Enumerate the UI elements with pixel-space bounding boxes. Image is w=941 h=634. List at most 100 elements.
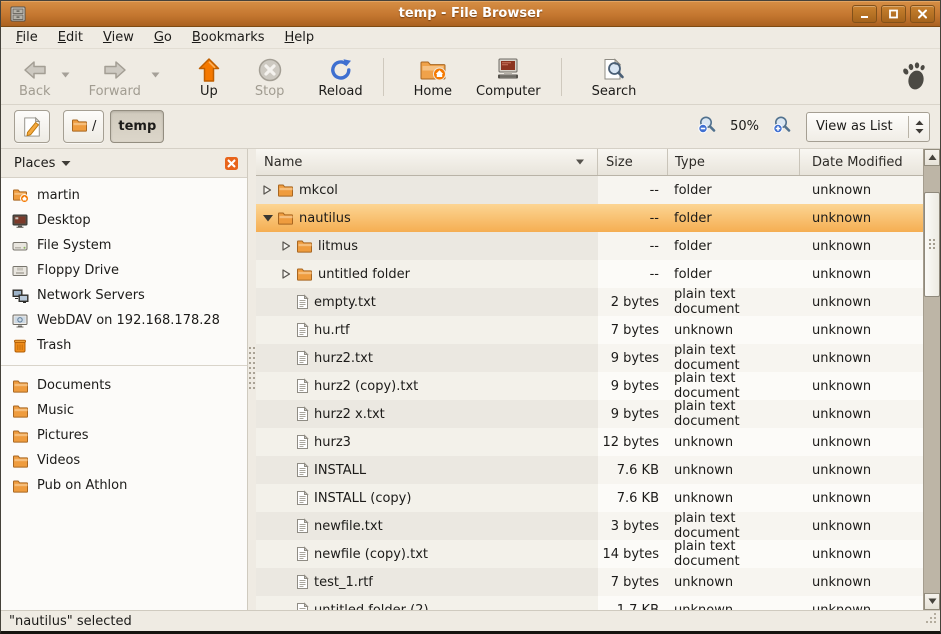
menu-go[interactable]: Go <box>144 28 182 47</box>
sidebar-item-webdav-on-192-168-178-28[interactable]: WebDAV on 192.168.178.28 <box>1 308 247 333</box>
folder-icon <box>296 267 313 281</box>
scroll-up-button[interactable] <box>924 149 940 166</box>
path-temp-label: temp <box>118 119 156 134</box>
scrollbar-trough[interactable] <box>924 166 940 593</box>
expander-collapsed-icon[interactable] <box>281 268 294 280</box>
sidebar-close-button[interactable] <box>224 156 239 171</box>
file-list-area: NameSizeTypeDate Modified mkcol--folderu… <box>256 149 940 610</box>
file-row-install-copy[interactable]: INSTALL (copy)7.6 KBunknownunknown <box>256 484 923 512</box>
up-label: Up <box>200 84 218 99</box>
pane-splitter[interactable] <box>248 149 256 610</box>
file-size: 1.7 KB <box>598 596 668 610</box>
file-row-hurz3[interactable]: hurz312 bytesunknownunknown <box>256 428 923 456</box>
forward-button[interactable]: Forward <box>81 53 149 100</box>
sidebar-item-martin[interactable]: martin <box>1 183 247 208</box>
resize-grip-icon[interactable] <box>924 611 938 629</box>
status-text: "nautilus" selected <box>9 614 132 629</box>
menu-help[interactable]: Help <box>275 28 325 47</box>
titlebar: temp - File Browser <box>1 1 940 27</box>
menu-view[interactable]: View <box>93 28 144 47</box>
sidebar-separator <box>1 365 247 366</box>
places-dropdown-arrow-icon[interactable] <box>61 156 71 171</box>
sidebar-item-pictures[interactable]: Pictures <box>1 423 247 448</box>
toggle-location-entry-button[interactable] <box>14 110 50 143</box>
file-row-newfile-txt[interactable]: newfile.txt3 bytesplain text documentunk… <box>256 512 923 540</box>
sidebar-item-floppy-drive[interactable]: Floppy Drive <box>1 258 247 283</box>
back-dropdown-button[interactable] <box>59 53 73 97</box>
file-row-test-1-rtf[interactable]: test_1.rtf7 bytesunknownunknown <box>256 568 923 596</box>
zoom-in-button[interactable] <box>772 115 792 139</box>
list-body: mkcol--folderunknownnautilus--folderunkn… <box>256 176 923 610</box>
menu-bookmarks[interactable]: Bookmarks <box>182 28 275 47</box>
sidebar-item-desktop[interactable]: Desktop <box>1 208 247 233</box>
computer-button[interactable]: Computer <box>468 53 549 100</box>
file-row-newfile-copy-txt[interactable]: newfile (copy).txt14 bytesplain text doc… <box>256 540 923 568</box>
sidebar-item-documents[interactable]: Documents <box>1 373 247 398</box>
column-header-date-modified[interactable]: Date Modified <box>800 149 923 175</box>
file-row-empty-txt[interactable]: empty.txt2 bytesplain text documentunkno… <box>256 288 923 316</box>
sidebar-item-file-system[interactable]: File System <box>1 233 247 258</box>
expander-collapsed-icon[interactable] <box>281 240 294 252</box>
file-date: unknown <box>800 484 923 512</box>
file-row-litmus[interactable]: litmus--folderunknown <box>256 232 923 260</box>
file-type: unknown <box>668 484 800 512</box>
close-button[interactable] <box>910 5 935 23</box>
sidebar-item-videos[interactable]: Videos <box>1 448 247 473</box>
file-name: INSTALL (copy) <box>314 491 411 506</box>
column-header-type[interactable]: Type <box>668 149 800 175</box>
file-row-hurz2-copy-txt[interactable]: hurz2 (copy).txt9 bytesplain text docume… <box>256 372 923 400</box>
vertical-scrollbar[interactable] <box>923 149 940 610</box>
file-row-hu-rtf[interactable]: hu.rtf7 bytesunknownunknown <box>256 316 923 344</box>
file-size: 7 bytes <box>598 316 668 344</box>
zoom-out-button[interactable] <box>697 115 717 139</box>
file-row-hurz2-txt[interactable]: hurz2.txt9 bytesplain text documentunkno… <box>256 344 923 372</box>
forward-dropdown-button[interactable] <box>149 53 163 97</box>
file-name: hurz3 <box>314 435 351 450</box>
reload-button[interactable]: Reload <box>310 53 370 100</box>
file-icon <box>296 490 309 506</box>
file-icon <box>296 546 309 562</box>
home-button[interactable]: Home <box>406 53 460 100</box>
places-dropdown[interactable]: Places <box>14 156 55 171</box>
up-button[interactable]: Up <box>189 53 229 100</box>
menu-edit[interactable]: Edit <box>48 28 93 47</box>
minimize-button[interactable] <box>852 5 877 23</box>
file-row-hurz2-x-txt[interactable]: hurz2 x.txt9 bytesplain text documentunk… <box>256 400 923 428</box>
sidebar-item-network-servers[interactable]: Network Servers <box>1 283 247 308</box>
file-row-mkcol[interactable]: mkcol--folderunknown <box>256 176 923 204</box>
file-row-untitled-folder-2[interactable]: untitled folder (2)1.7 KBunknownunknown <box>256 596 923 610</box>
column-header-size[interactable]: Size <box>598 149 668 175</box>
file-date: unknown <box>800 344 923 372</box>
menu-file[interactable]: File <box>6 28 48 47</box>
search-button[interactable]: Search <box>584 53 645 100</box>
file-date: unknown <box>800 204 923 232</box>
column-header-name[interactable]: Name <box>256 149 598 175</box>
sidebar-item-trash[interactable]: Trash <box>1 333 247 358</box>
file-date: unknown <box>800 428 923 456</box>
sidebar-item-pub-on-athlon[interactable]: Pub on Athlon <box>1 473 247 498</box>
scroll-down-button[interactable] <box>924 593 940 610</box>
file-row-install[interactable]: INSTALL7.6 KBunknownunknown <box>256 456 923 484</box>
search-icon <box>601 56 627 83</box>
file-size: -- <box>598 260 668 288</box>
scrollbar-thumb[interactable] <box>924 192 940 297</box>
network-icon <box>11 289 29 303</box>
path-button-root[interactable]: / <box>63 110 104 143</box>
sidebar-item-music[interactable]: Music <box>1 398 247 423</box>
view-as-select[interactable]: View as List <box>806 112 930 142</box>
file-icon <box>296 434 309 450</box>
maximize-button[interactable] <box>881 5 906 23</box>
stop-button[interactable]: Stop <box>247 53 293 100</box>
path-button-temp[interactable]: temp <box>110 110 164 143</box>
folder-icon <box>71 118 88 136</box>
file-date: unknown <box>800 400 923 428</box>
file-row-untitled-folder[interactable]: untitled folder--folderunknown <box>256 260 923 288</box>
expander-expanded-icon[interactable] <box>262 213 275 223</box>
file-row-nautilus[interactable]: nautilus--folderunknown <box>256 204 923 232</box>
sort-arrow-icon <box>575 158 585 166</box>
file-name: untitled folder <box>318 267 410 282</box>
back-button[interactable]: Back <box>11 53 59 100</box>
expander-collapsed-icon[interactable] <box>262 184 275 196</box>
file-name: untitled folder (2) <box>314 603 429 611</box>
file-icon <box>296 294 309 310</box>
